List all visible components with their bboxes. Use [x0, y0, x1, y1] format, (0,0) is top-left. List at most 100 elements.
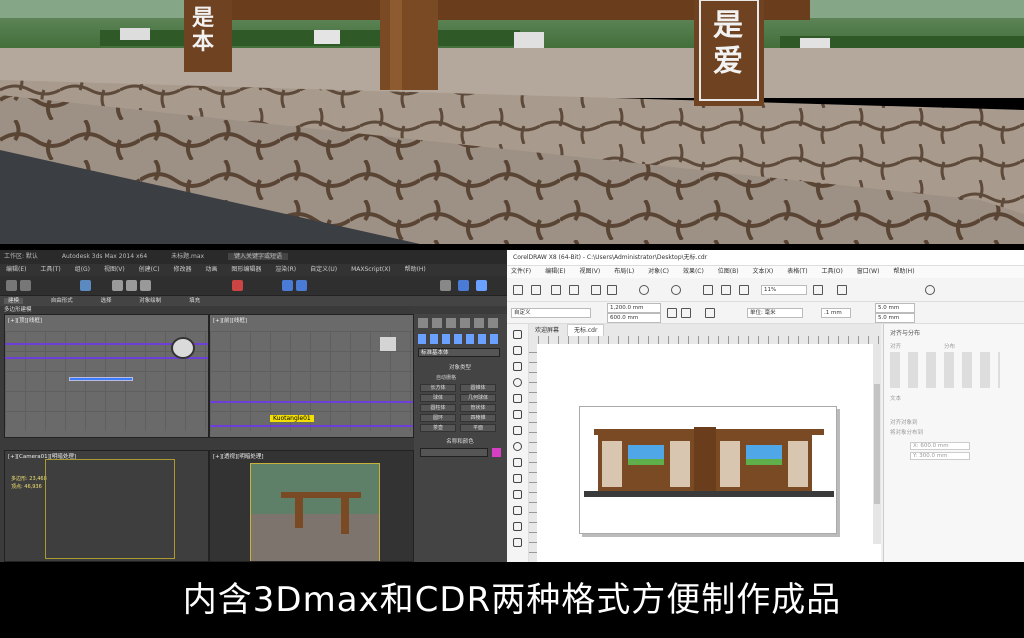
plane-button[interactable]: 平面: [460, 424, 496, 432]
viewport-camera[interactable]: [+][Camera01][明暗处理] 多边形: 23,468 顶点: 46,9…: [4, 450, 209, 562]
pick-tool-icon[interactable]: [513, 330, 522, 339]
zoom-level-select[interactable]: 11%: [761, 285, 807, 295]
pyramid-button[interactable]: 四棱锥: [460, 414, 496, 422]
copy-icon[interactable]: [607, 285, 617, 295]
cdr-menu-window[interactable]: 窗口(W): [857, 268, 880, 275]
geosphere-button[interactable]: 几何球体: [460, 394, 496, 402]
all-pages-icon[interactable]: [705, 308, 715, 318]
viewport-front-label[interactable]: [+][前][线框]: [213, 316, 247, 324]
cdr-menu-help[interactable]: 帮助(H): [893, 268, 914, 275]
undo-icon[interactable]: [6, 280, 17, 291]
docker-section-distribute[interactable]: 分布: [944, 342, 955, 350]
max-menu-modifiers[interactable]: 修改器: [173, 266, 191, 273]
cut-icon[interactable]: [591, 285, 601, 295]
export-icon[interactable]: [721, 285, 731, 295]
viewport-perspective[interactable]: [+][透视][明暗处理]: [209, 450, 414, 562]
cdr-menu-object[interactable]: 对象(C): [648, 268, 669, 275]
artistic-media-icon[interactable]: [513, 410, 522, 419]
ellipse-tool-icon[interactable]: [513, 442, 522, 451]
docker-section-align[interactable]: 对齐: [890, 342, 901, 350]
freehand-tool-icon[interactable]: [513, 394, 522, 403]
docker-section-align-to[interactable]: 对齐对象到: [890, 418, 918, 426]
cdr-menu-layout[interactable]: 布局(L): [614, 268, 634, 275]
max-menu-maxscript[interactable]: MAXScript(X): [351, 266, 391, 273]
primitive-type-dropdown[interactable]: 标准基本体: [418, 348, 500, 357]
ribbon-tab-freeform[interactable]: 自由形式: [51, 298, 73, 304]
max-menu-edit[interactable]: 编辑(E): [6, 266, 26, 273]
max-menu-tools[interactable]: 工具(T): [40, 266, 60, 273]
align-icon[interactable]: [296, 280, 307, 291]
undo-icon[interactable]: [639, 285, 649, 295]
cdr-menu-effects[interactable]: 效果(C): [683, 268, 704, 275]
cone-button[interactable]: 圆锥体: [460, 384, 496, 392]
docker-section-distribute-to[interactable]: 将对象分布到: [890, 428, 923, 436]
save-icon[interactable]: [551, 285, 561, 295]
import-icon[interactable]: [703, 285, 713, 295]
duplicate-x-input[interactable]: 5.0 mm: [875, 303, 915, 313]
pdf-icon[interactable]: [739, 285, 749, 295]
max-menu-create[interactable]: 创建(C): [139, 266, 160, 273]
select-object-icon[interactable]: [80, 280, 91, 291]
box-button[interactable]: 长方体: [420, 384, 456, 392]
cdr-menu-file[interactable]: 文件(F): [511, 268, 531, 275]
zoom-tool-icon[interactable]: [513, 378, 522, 387]
viewport-front[interactable]: [+][前][线框] Kuotangle01: [209, 314, 414, 438]
max-menu-rendering[interactable]: 渲染(R): [275, 266, 296, 273]
autogrid-checkbox[interactable]: 自动栅格: [436, 374, 456, 381]
parallel-dimension-icon[interactable]: [513, 490, 522, 499]
cdr-menu-edit[interactable]: 编辑(E): [545, 268, 565, 275]
ribbon-tab-modeling[interactable]: 建模: [4, 298, 24, 304]
render-icon[interactable]: [476, 280, 487, 291]
cylinder-button[interactable]: 圆柱体: [420, 404, 456, 412]
open-folder-icon[interactable]: [531, 285, 541, 295]
redo-icon[interactable]: [671, 285, 681, 295]
redo-icon[interactable]: [20, 280, 31, 291]
eyedropper-icon[interactable]: [513, 538, 522, 547]
max-menu-help[interactable]: 帮助(H): [405, 266, 426, 273]
scroll-thumb[interactable]: [874, 384, 880, 504]
cmd-create-icons[interactable]: [418, 334, 502, 344]
mirror-icon[interactable]: [282, 280, 293, 291]
cdr-menu-bitmaps[interactable]: 位图(B): [718, 268, 739, 275]
max-menu-views[interactable]: 视图(V): [104, 266, 125, 273]
max-menu-graph-editors[interactable]: 图形编辑器: [231, 266, 261, 273]
text-tool-icon[interactable]: [513, 474, 522, 483]
viewport-perspective-label[interactable]: [+][透视][明暗处理]: [213, 452, 263, 460]
torus-button[interactable]: 圆环: [420, 414, 456, 422]
teapot-button[interactable]: 茶壶: [420, 424, 456, 432]
object-color-swatch[interactable]: [492, 448, 501, 457]
cdr-menu-table[interactable]: 表格(T): [787, 268, 807, 275]
connector-tool-icon[interactable]: [513, 506, 522, 515]
render-setup-icon[interactable]: [458, 280, 469, 291]
snap-icon[interactable]: [232, 280, 243, 291]
cmd-tab-icons[interactable]: [418, 318, 502, 328]
crop-tool-icon[interactable]: [513, 362, 522, 371]
rectangle-tool-icon[interactable]: [513, 426, 522, 435]
max-menu-group[interactable]: 组(G): [75, 266, 90, 273]
docker-section-text[interactable]: 文本: [890, 394, 901, 402]
tube-button[interactable]: 管状体: [460, 404, 496, 412]
ribbon-tab-selection[interactable]: 选择: [101, 298, 112, 304]
drop-shadow-icon[interactable]: [513, 522, 522, 531]
nudge-distance-input[interactable]: .1 mm: [821, 308, 851, 318]
duplicate-y-input[interactable]: 5.0 mm: [875, 313, 915, 323]
cdr-drawing-canvas[interactable]: [537, 344, 881, 562]
name-color-header[interactable]: 名称和颜色: [418, 438, 502, 446]
page-height-input[interactable]: 600.0 mm: [607, 313, 661, 323]
page-preset-select[interactable]: 自定义: [511, 308, 591, 318]
object-type-header[interactable]: 对象类型: [418, 364, 502, 372]
docker-y-field[interactable]: Y: 300.0 mm: [910, 452, 970, 460]
rotate-icon[interactable]: [126, 280, 137, 291]
landscape-icon[interactable]: [681, 308, 691, 318]
sphere-button[interactable]: 球体: [420, 394, 456, 402]
cdr-menu-text[interactable]: 文本(X): [752, 268, 773, 275]
move-icon[interactable]: [112, 280, 123, 291]
full-screen-icon[interactable]: [813, 285, 823, 295]
material-editor-icon[interactable]: [440, 280, 451, 291]
print-icon[interactable]: [569, 285, 579, 295]
object-name-input[interactable]: [420, 448, 488, 457]
viewport-top[interactable]: [+][顶][线框]: [4, 314, 209, 438]
shape-tool-icon[interactable]: [513, 346, 522, 355]
cdr-menu-tools[interactable]: 工具(O): [821, 268, 842, 275]
rulers-icon[interactable]: [837, 285, 847, 295]
